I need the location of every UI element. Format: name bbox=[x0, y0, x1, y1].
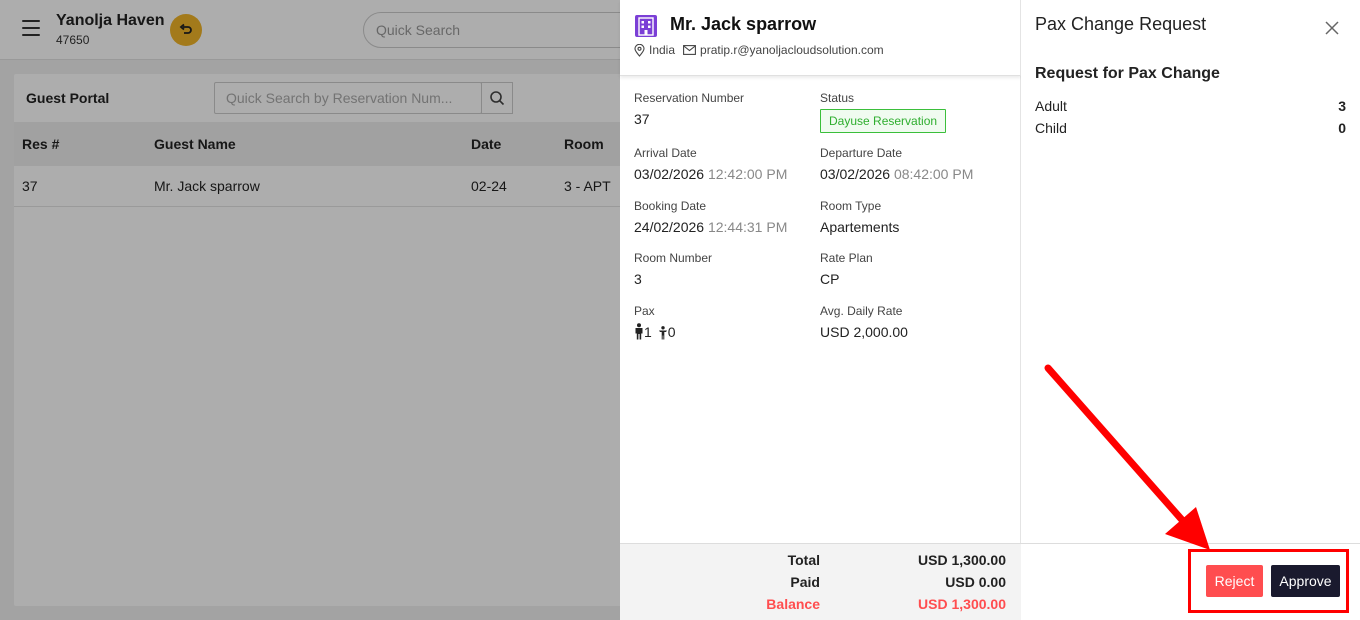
total-row: Total USD 1,300.00 bbox=[620, 552, 1021, 574]
departure-date-label: Departure Date bbox=[820, 146, 903, 160]
field-avg-daily-rate: Avg. Daily Rate USD 2,000.00 bbox=[820, 303, 1000, 341]
pax-child-count: 0 bbox=[667, 324, 676, 340]
field-rate-plan: Rate Plan CP bbox=[820, 250, 1000, 288]
arrival-time: 12:42:00 PM bbox=[707, 166, 788, 182]
pax-value: 1 0 bbox=[634, 323, 814, 340]
location-pin-icon bbox=[634, 43, 645, 57]
totals-section: Total USD 1,300.00 Paid USD 0.00 Balance… bbox=[620, 543, 1021, 620]
total-value: USD 1,300.00 bbox=[918, 552, 1006, 568]
field-room-number: Room Number 3 bbox=[634, 250, 814, 288]
building-icon bbox=[635, 15, 657, 37]
paid-row: Paid USD 0.00 bbox=[620, 574, 1021, 596]
booking-time: 12:44:31 PM bbox=[707, 219, 788, 235]
child-value: 0 bbox=[1338, 120, 1346, 136]
room-number-label: Room Number bbox=[634, 251, 713, 265]
arrival-date-label: Arrival Date bbox=[634, 146, 697, 160]
field-booking-date: Booking Date 24/02/2026 12:44:31 PM bbox=[634, 198, 814, 236]
pax-change-title: Pax Change Request bbox=[1035, 14, 1207, 34]
request-title: Request for Pax Change bbox=[1035, 65, 1220, 82]
paid-value: USD 0.00 bbox=[945, 574, 1006, 590]
avg-daily-rate-value: USD 2,000.00 bbox=[820, 324, 908, 340]
status-label: Status bbox=[820, 91, 855, 105]
pax-adult-count: 1 bbox=[644, 324, 652, 340]
arrival-date-value: 03/02/2026 12:42:00 PM bbox=[634, 165, 814, 183]
rate-plan-value: CP bbox=[820, 271, 840, 287]
adult-value: 3 bbox=[1338, 98, 1346, 114]
departure-date: 03/02/2026 bbox=[820, 166, 891, 182]
pax-change-panel: Pax Change Request Request for Pax Chang… bbox=[1021, 0, 1360, 620]
annotation-highlight-box bbox=[1188, 549, 1349, 613]
balance-label: Balance bbox=[766, 596, 820, 612]
reservation-panel: Mr. Jack sparrow India pratip.r@yanoljac… bbox=[620, 0, 1021, 620]
field-status: Status Dayuse Reservation bbox=[820, 90, 1000, 133]
mail-icon bbox=[683, 45, 696, 55]
guest-email[interactable]: pratip.r@yanoljacloudsolution.com bbox=[700, 43, 884, 57]
avg-daily-rate-label: Avg. Daily Rate bbox=[820, 304, 903, 318]
child-label: Child bbox=[1035, 120, 1067, 136]
guest-meta: India pratip.r@yanoljacloudsolution.com bbox=[634, 43, 884, 57]
guest-email-wrap: pratip.r@yanoljacloudsolution.com bbox=[683, 43, 884, 57]
reservation-number-label: Reservation Number bbox=[634, 91, 745, 105]
pax-child: 0 bbox=[658, 324, 676, 340]
booking-date: 24/02/2026 bbox=[634, 219, 705, 235]
paid-label: Paid bbox=[790, 574, 820, 590]
child-icon bbox=[658, 326, 667, 340]
balance-row: Balance USD 1,300.00 bbox=[620, 596, 1021, 618]
field-arrival-date: Arrival Date 03/02/2026 12:42:00 PM bbox=[634, 145, 814, 183]
room-number-value: 3 bbox=[634, 271, 642, 287]
departure-time: 08:42:00 PM bbox=[893, 166, 974, 182]
booking-date-value: 24/02/2026 12:44:31 PM bbox=[634, 218, 814, 236]
pax-label: Pax bbox=[634, 304, 655, 318]
field-reservation-number: Reservation Number 37 bbox=[634, 90, 814, 128]
field-room-type: Room Type Apartements bbox=[820, 198, 1000, 236]
rate-plan-label: Rate Plan bbox=[820, 251, 873, 265]
adult-icon bbox=[635, 323, 643, 340]
adult-row: Adult 3 bbox=[1035, 98, 1346, 118]
booking-date-label: Booking Date bbox=[634, 199, 707, 213]
adult-label: Adult bbox=[1035, 98, 1067, 114]
status-badge: Dayuse Reservation bbox=[820, 109, 947, 133]
field-departure-date: Departure Date 03/02/2026 08:42:00 PM bbox=[820, 145, 1000, 183]
arrival-date: 03/02/2026 bbox=[634, 166, 705, 182]
total-label: Total bbox=[787, 552, 820, 568]
child-row: Child 0 bbox=[1035, 120, 1346, 140]
reservation-header: Mr. Jack sparrow India pratip.r@yanoljac… bbox=[620, 0, 1021, 76]
room-type-value: Apartements bbox=[820, 219, 900, 235]
pax-adult: 1 bbox=[634, 323, 652, 340]
reservation-number-value: 37 bbox=[634, 111, 650, 127]
field-pax: Pax 1 0 bbox=[634, 303, 814, 340]
guest-country: India bbox=[649, 43, 676, 57]
close-button[interactable] bbox=[1323, 19, 1341, 37]
guest-name: Mr. Jack sparrow bbox=[670, 14, 817, 34]
room-type-label: Room Type bbox=[820, 199, 882, 213]
balance-value: USD 1,300.00 bbox=[918, 596, 1006, 612]
close-icon bbox=[1325, 21, 1339, 35]
departure-date-value: 03/02/2026 08:42:00 PM bbox=[820, 165, 1000, 183]
